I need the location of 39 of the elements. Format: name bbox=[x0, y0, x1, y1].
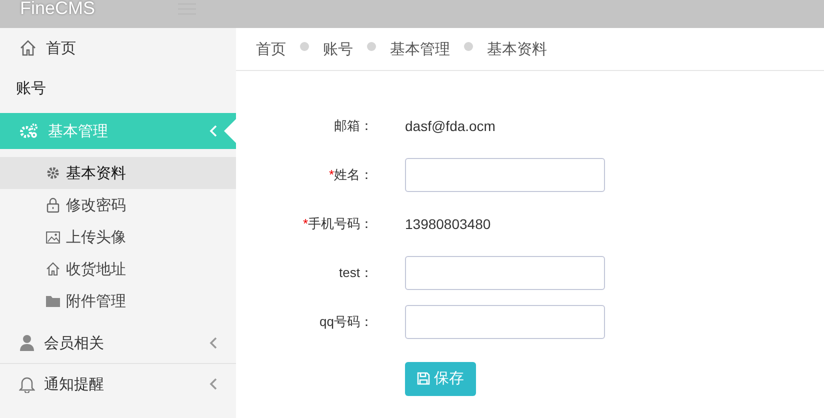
bell-icon bbox=[19, 375, 35, 393]
save-icon bbox=[417, 372, 430, 385]
breadcrumb-link[interactable]: 基本资料 bbox=[487, 40, 547, 58]
sidebar-heading: 账号 bbox=[15, 79, 47, 99]
submenu-item[interactable]: 附件管理 bbox=[0, 285, 236, 317]
breadcrumb-separator bbox=[367, 42, 376, 50]
home-icon bbox=[19, 39, 37, 57]
gear-icon bbox=[46, 166, 60, 180]
lock-icon bbox=[46, 197, 60, 213]
field-label: test： bbox=[338, 264, 373, 282]
brand-logo: FineCMS bbox=[19, 0, 96, 18]
breadcrumb-separator bbox=[300, 42, 309, 50]
breadcrumb-link[interactable]: 账号 bbox=[323, 40, 353, 58]
image-icon bbox=[46, 230, 60, 244]
submenu-item[interactable]: 修改密码 bbox=[0, 189, 236, 221]
field-label: *手机号码： bbox=[302, 214, 373, 232]
submenu-item[interactable]: 基本资料 bbox=[0, 157, 236, 189]
gears-icon bbox=[19, 122, 39, 140]
field-value: dasf@fda.ocm bbox=[405, 118, 496, 134]
field-label: 邮箱： bbox=[333, 116, 373, 134]
sidebar-item[interactable]: 首页 bbox=[0, 28, 236, 68]
chevron-icon bbox=[209, 378, 217, 390]
submenu-item[interactable]: 上传头像 bbox=[0, 221, 236, 253]
breadcrumb-link[interactable]: 基本管理 bbox=[390, 40, 450, 58]
sidebar-item[interactable]: 会员相关 bbox=[0, 323, 236, 363]
field-label: *姓名： bbox=[328, 166, 373, 184]
user-icon bbox=[19, 334, 35, 352]
field-value: 13980803480 bbox=[405, 216, 491, 232]
chevron-icon bbox=[209, 337, 217, 349]
input-field[interactable] bbox=[405, 256, 605, 290]
chevron-icon bbox=[209, 125, 217, 137]
input-field[interactable] bbox=[405, 304, 605, 338]
submenu-item[interactable]: 收货地址 bbox=[0, 253, 236, 285]
breadcrumb-separator bbox=[464, 42, 473, 50]
field-label: qq号码： bbox=[318, 312, 373, 330]
input-field[interactable] bbox=[405, 158, 605, 192]
folder-icon bbox=[46, 295, 60, 307]
breadcrumb-link[interactable]: 首页 bbox=[256, 40, 286, 58]
home-icon bbox=[46, 262, 60, 276]
